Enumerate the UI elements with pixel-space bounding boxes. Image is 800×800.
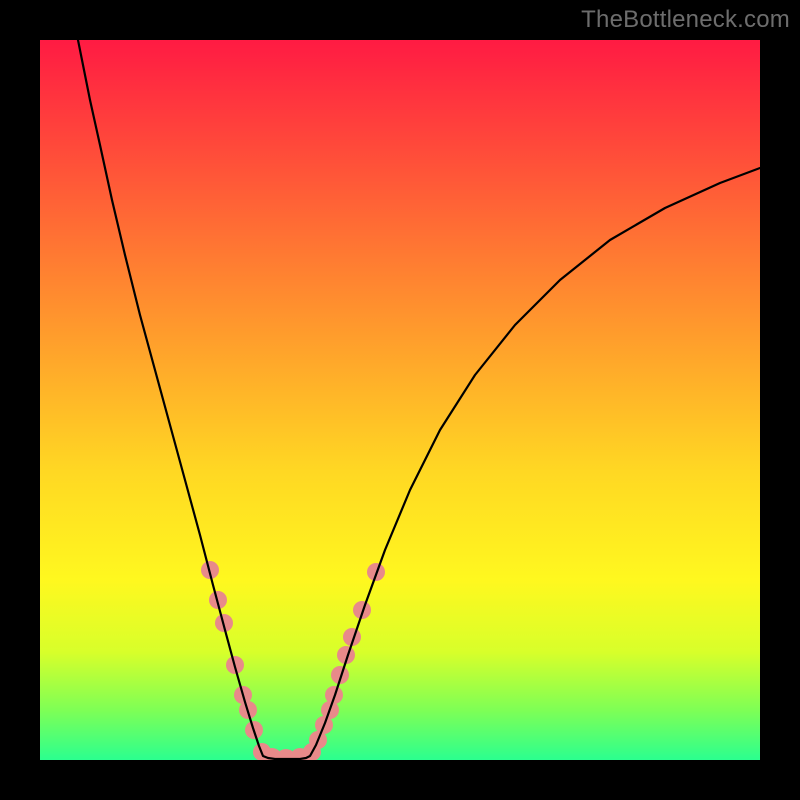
bottleneck-curve <box>78 40 760 759</box>
outer-frame: TheBottleneck.com <box>0 0 800 800</box>
watermark-text: TheBottleneck.com <box>581 6 790 34</box>
marker-layer <box>201 561 385 760</box>
plot-area <box>40 40 760 760</box>
curve-svg <box>40 40 760 760</box>
